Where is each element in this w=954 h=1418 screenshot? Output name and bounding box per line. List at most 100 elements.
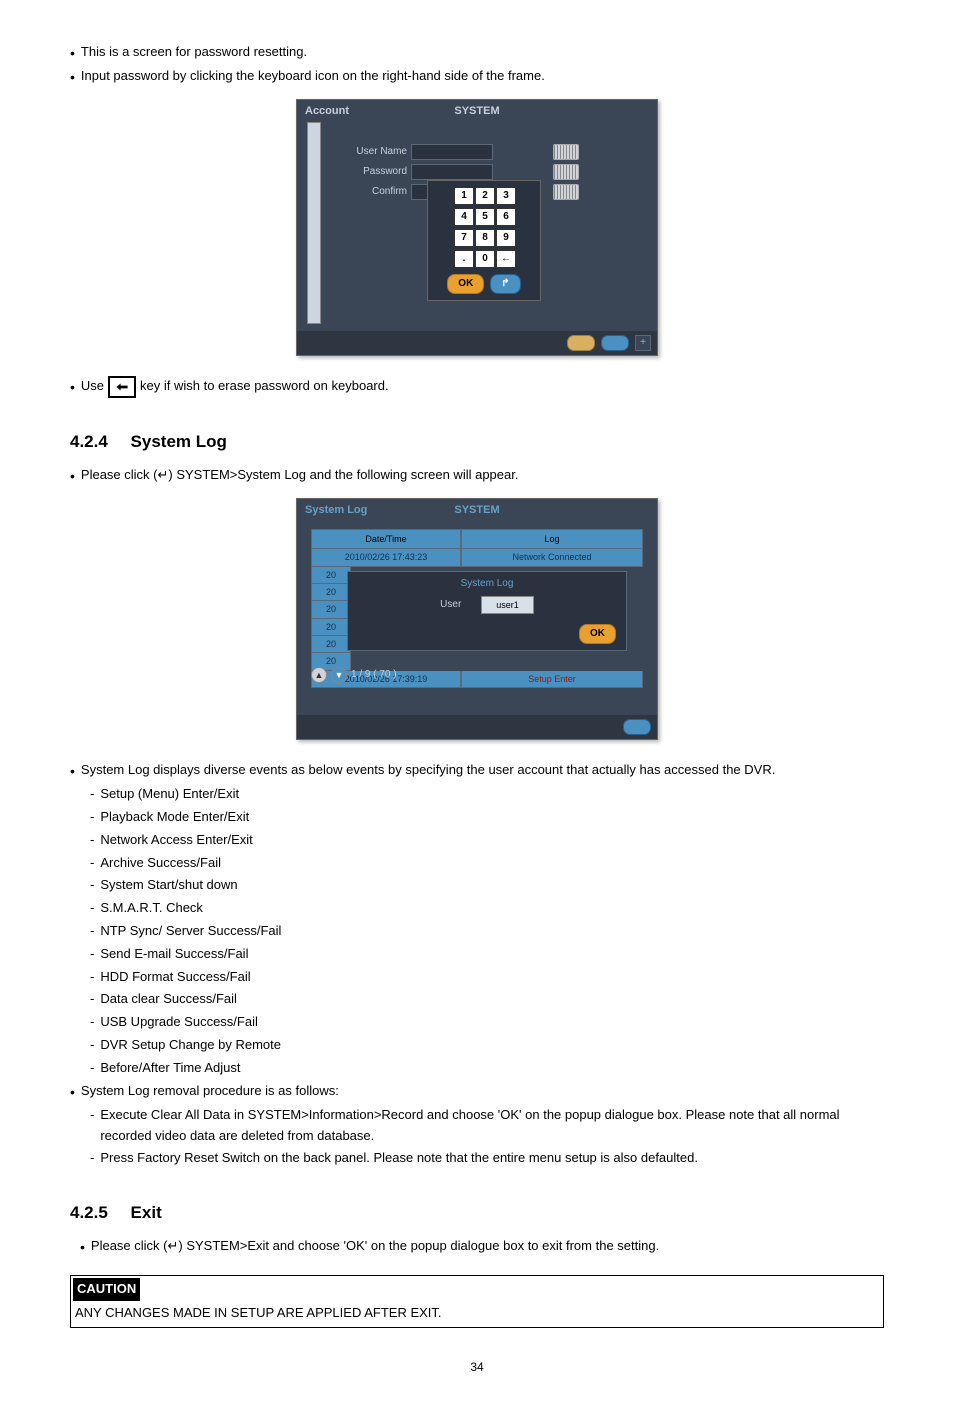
key-4[interactable]: 4 bbox=[454, 208, 474, 226]
username-field[interactable] bbox=[411, 144, 493, 160]
syslog-item-text: HDD Format Success/Fail bbox=[100, 967, 250, 988]
dash: - bbox=[90, 807, 94, 828]
keypad-exit-button[interactable]: ↱ bbox=[490, 274, 520, 294]
bottom-bar bbox=[297, 715, 657, 739]
key-1[interactable]: 1 bbox=[454, 187, 474, 205]
log-cell-dt: 2010/02/26 17:43:23 bbox=[311, 549, 461, 566]
key-2[interactable]: 2 bbox=[475, 187, 495, 205]
syslog-header: System Log SYSTEM bbox=[297, 499, 657, 523]
key-dot[interactable]: . bbox=[454, 250, 474, 268]
dash: - bbox=[90, 967, 94, 988]
syslog-item: -S.M.A.R.T. Check bbox=[90, 898, 884, 919]
section-424-heading: 4.2.4 System Log bbox=[70, 428, 884, 455]
key-5[interactable]: 5 bbox=[475, 208, 495, 226]
syslog-item-text: Playback Mode Enter/Exit bbox=[100, 807, 249, 828]
popup-ok-button[interactable]: OK bbox=[579, 624, 616, 644]
intro-line-1: • This is a screen for password resettin… bbox=[70, 42, 884, 64]
syslog-item: -Before/After Time Adjust bbox=[90, 1058, 884, 1079]
caution-box: CAUTION ANY CHANGES MADE IN SETUP ARE AP… bbox=[70, 1275, 884, 1329]
dash: - bbox=[90, 898, 94, 919]
dash: - bbox=[90, 1058, 94, 1079]
syslog-item-text: Network Access Enter/Exit bbox=[100, 830, 252, 851]
syslog-item-text: NTP Sync/ Server Success/Fail bbox=[100, 921, 281, 942]
keyboard-icon[interactable] bbox=[553, 184, 579, 200]
bullet-dot: • bbox=[70, 465, 75, 487]
exit-line: • Please click (↵) SYSTEM>Exit and choos… bbox=[80, 1236, 884, 1258]
backspace-icon bbox=[108, 376, 136, 398]
key-3[interactable]: 3 bbox=[496, 187, 516, 205]
key-backspace[interactable]: ← bbox=[496, 250, 516, 268]
log-short: 20 bbox=[311, 636, 351, 653]
syslog-item: -Network Access Enter/Exit bbox=[90, 830, 884, 851]
save-button[interactable] bbox=[567, 335, 595, 351]
syslog-item-text: S.M.A.R.T. Check bbox=[100, 898, 203, 919]
syslog-desc-line: • System Log displays diverse events as … bbox=[70, 760, 884, 782]
syslog-title: SYSTEM bbox=[454, 502, 499, 520]
backspace-post: key if wish to erase password on keyboar… bbox=[140, 376, 389, 397]
dash: - bbox=[90, 1035, 94, 1056]
caution-label: CAUTION bbox=[73, 1278, 140, 1301]
syslog-item-text: Send E-mail Success/Fail bbox=[100, 944, 248, 965]
bullet-dot: • bbox=[70, 1081, 75, 1103]
dash: - bbox=[90, 1105, 94, 1126]
key-8[interactable]: 8 bbox=[475, 229, 495, 247]
bottom-bar: + bbox=[297, 331, 657, 355]
col-log: Log bbox=[461, 529, 643, 549]
dash: - bbox=[90, 875, 94, 896]
intro-text-2: Input password by clicking the keyboard … bbox=[81, 66, 545, 87]
log-cell-msg-last: Setup Enter bbox=[461, 671, 643, 688]
backspace-note: • Use key if wish to erase password on k… bbox=[70, 376, 884, 398]
syslog-item: -DVR Setup Change by Remote bbox=[90, 1035, 884, 1056]
intro-line-2: • Input password by clicking the keyboar… bbox=[70, 66, 884, 88]
dash: - bbox=[90, 830, 94, 851]
syslog-desc-text: System Log displays diverse events as be… bbox=[81, 760, 775, 781]
expand-icon[interactable]: + bbox=[635, 335, 651, 351]
exit-button[interactable] bbox=[601, 335, 629, 351]
syslog-item: -USB Upgrade Success/Fail bbox=[90, 1012, 884, 1033]
dash: - bbox=[90, 921, 94, 942]
syslog-item-text: System Start/shut down bbox=[100, 875, 237, 896]
side-tab bbox=[307, 122, 321, 324]
key-7[interactable]: 7 bbox=[454, 229, 474, 247]
account-tab-label: Account bbox=[305, 103, 349, 121]
section-425-heading: 4.2.5 Exit bbox=[70, 1199, 884, 1226]
syslog-item: -NTP Sync/ Server Success/Fail bbox=[90, 921, 884, 942]
section-425-num: 4.2.5 bbox=[70, 1203, 108, 1222]
account-header: Account SYSTEM bbox=[297, 100, 657, 124]
page-up-icon[interactable]: ▲ bbox=[311, 667, 327, 683]
keyboard-icon[interactable] bbox=[553, 164, 579, 180]
dash: - bbox=[90, 784, 94, 805]
syslog-intro-line: • Please click (↵) SYSTEM>System Log and… bbox=[70, 465, 884, 487]
section-425-title: Exit bbox=[131, 1203, 162, 1222]
password-label: Password bbox=[347, 164, 407, 180]
bullet-dot: • bbox=[80, 1236, 85, 1258]
key-0[interactable]: 0 bbox=[475, 250, 495, 268]
username-label: User Name bbox=[347, 144, 407, 160]
removal-item: -Press Factory Reset Switch on the back … bbox=[90, 1148, 884, 1169]
syslog-item: -Archive Success/Fail bbox=[90, 853, 884, 874]
log-cell-msg: Network Connected bbox=[461, 549, 643, 566]
key-9[interactable]: 9 bbox=[496, 229, 516, 247]
syslog-item-text: USB Upgrade Success/Fail bbox=[100, 1012, 258, 1033]
dash: - bbox=[90, 853, 94, 874]
bullet-dot: • bbox=[70, 376, 75, 398]
exit-button[interactable] bbox=[623, 719, 651, 735]
syslog-screenshot: System Log SYSTEM Date/Time Log 2010/02/… bbox=[296, 498, 658, 740]
keyboard-icon[interactable] bbox=[553, 144, 579, 160]
removal-item-text: Press Factory Reset Switch on the back p… bbox=[100, 1148, 698, 1169]
dash: - bbox=[90, 944, 94, 965]
log-short: 20 bbox=[311, 584, 351, 601]
caution-text: ANY CHANGES MADE IN SETUP ARE APPLIED AF… bbox=[71, 1303, 883, 1328]
password-field[interactable] bbox=[411, 164, 493, 180]
key-6[interactable]: 6 bbox=[496, 208, 516, 226]
removal-item: -Execute Clear All Data in SYSTEM>Inform… bbox=[90, 1105, 884, 1147]
backspace-pre: Use bbox=[81, 376, 104, 397]
removal-intro-text: System Log removal procedure is as follo… bbox=[81, 1081, 339, 1102]
removal-intro-line: • System Log removal procedure is as fol… bbox=[70, 1081, 884, 1103]
syslog-item-text: Setup (Menu) Enter/Exit bbox=[100, 784, 239, 805]
page-down-icon[interactable]: ▼ bbox=[331, 667, 347, 683]
keypad-ok-button[interactable]: OK bbox=[447, 274, 484, 294]
syslog-item: -Data clear Success/Fail bbox=[90, 989, 884, 1010]
removal-item-text: Execute Clear All Data in SYSTEM>Informa… bbox=[100, 1105, 884, 1147]
syslog-item-text: Data clear Success/Fail bbox=[100, 989, 237, 1010]
